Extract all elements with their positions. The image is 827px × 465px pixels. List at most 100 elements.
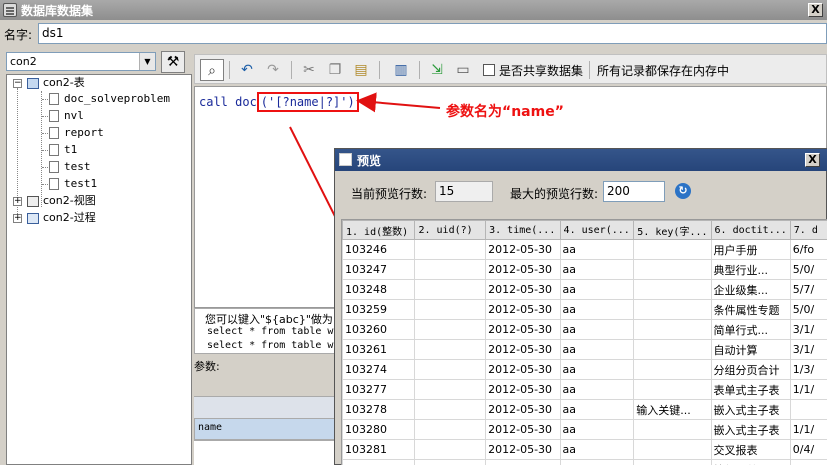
table-cell[interactable]	[414, 419, 487, 440]
table-cell[interactable]: aa	[559, 239, 635, 260]
table-cell[interactable]: 嵌入式主子表	[710, 419, 791, 440]
table-cell[interactable]: 0/4/	[789, 459, 827, 465]
table-cell[interactable]	[414, 459, 487, 465]
table-cell[interactable]: aa	[559, 279, 635, 300]
table-cell[interactable]	[414, 259, 487, 280]
table-cell[interactable]	[633, 279, 712, 300]
table-cell[interactable]: 输入关键...	[633, 399, 712, 420]
table-cell[interactable]: aa	[559, 419, 635, 440]
table-cell[interactable]: 交叉报表	[710, 439, 791, 460]
table-row[interactable]: 103278 2012-05-30 aa 输入关键... 嵌入式主子表	[342, 399, 827, 420]
table-row[interactable]: 103260 2012-05-30 aa 简单行式... 3/1/	[342, 319, 827, 340]
table-cell[interactable]: 103282	[342, 459, 416, 465]
table-cell[interactable]: 表单式主子表	[710, 379, 791, 400]
table-row[interactable]: 103261 2012-05-30 aa 自动计算 3/1/	[342, 339, 827, 360]
table-cell[interactable]: 1/1/	[789, 379, 827, 400]
table-cell[interactable]	[414, 299, 487, 320]
table-cell[interactable]: 2012-05-30	[485, 259, 561, 280]
table-cell[interactable]	[414, 359, 487, 380]
table-cell[interactable]: 103274	[342, 359, 416, 380]
table-cell[interactable]: 5/0/	[789, 299, 827, 320]
table-cell[interactable]	[633, 359, 712, 380]
table-cell[interactable]	[633, 239, 712, 260]
table-cell[interactable]: 典型行业...	[710, 259, 791, 280]
table-row[interactable]: 103246 2012-05-30 aa 用户手册 6/fo	[342, 239, 827, 260]
table-cell[interactable]	[633, 259, 712, 280]
table-cell[interactable]: 2012-05-30	[485, 299, 561, 320]
table-cell[interactable]: 2012-05-30	[485, 339, 561, 360]
table-cell[interactable]	[414, 319, 487, 340]
table-cell[interactable]: 3/1/	[789, 319, 827, 340]
table-cell[interactable]: aa	[559, 439, 635, 460]
column-header[interactable]: 4. user(...	[559, 220, 635, 240]
table-cell[interactable]: 5/0/	[789, 259, 827, 280]
table-cell[interactable]: 2012-05-30	[485, 439, 561, 460]
table-cell[interactable]	[633, 419, 712, 440]
max-rows-input[interactable]: 200	[603, 181, 665, 202]
table-cell[interactable]: 2012-05-30	[485, 319, 561, 340]
table-cell[interactable]	[633, 319, 712, 340]
table-cell[interactable]: 103278	[342, 399, 416, 420]
preview-close-button[interactable]: X	[805, 153, 820, 167]
table-row[interactable]: 103248 2012-05-30 aa 企业级集... 5/7/	[342, 279, 827, 300]
table-cell[interactable]: 103260	[342, 319, 416, 340]
table-cell[interactable]: 103280	[342, 419, 416, 440]
table-cell[interactable]: 6/fo	[789, 239, 827, 260]
table-row[interactable]: 103277 2012-05-30 aa 表单式主子表 1/1/	[342, 379, 827, 400]
table-cell[interactable]: 103259	[342, 299, 416, 320]
column-header[interactable]: 1. id(整数)	[342, 220, 416, 240]
table-cell[interactable]: 1/1/	[789, 419, 827, 440]
table-cell[interactable]: aa	[559, 399, 635, 420]
table-cell[interactable]: aa	[559, 459, 635, 465]
table-cell[interactable]	[633, 439, 712, 460]
column-header[interactable]: 5. key(字...	[633, 220, 712, 240]
table-row[interactable]: 103259 2012-05-30 aa 条件属性专题 5/0/	[342, 299, 827, 320]
refresh-icon[interactable]: ↻	[675, 183, 691, 199]
column-header[interactable]: 3. time(...	[485, 220, 561, 240]
table-cell[interactable]: 2012-05-30	[485, 279, 561, 300]
table-cell[interactable]: aa	[559, 259, 635, 280]
table-row[interactable]: 103247 2012-05-30 aa 典型行业... 5/0/	[342, 259, 827, 280]
column-header[interactable]: 7. d	[789, 220, 827, 240]
table-cell[interactable]	[633, 339, 712, 360]
table-cell[interactable]	[414, 399, 487, 420]
table-cell[interactable]: 5/7/	[789, 279, 827, 300]
table-cell[interactable]	[633, 379, 712, 400]
table-cell[interactable]: aa	[559, 379, 635, 400]
table-cell[interactable]: 3/1/	[789, 339, 827, 360]
table-cell[interactable]: 103281	[342, 439, 416, 460]
table-cell[interactable]	[789, 399, 827, 420]
table-row[interactable]: 103281 2012-05-30 aa 交叉报表 0/4/	[342, 439, 827, 460]
table-cell[interactable]: 103246	[342, 239, 416, 260]
table-row[interactable]: 103274 2012-05-30 aa 分组分页合计 1/3/	[342, 359, 827, 380]
table-cell[interactable]: 2012-05-30	[485, 359, 561, 380]
table-cell[interactable]	[414, 339, 487, 360]
table-cell[interactable]: 103248	[342, 279, 416, 300]
table-cell[interactable]: 嵌入式主子表	[710, 399, 791, 420]
table-cell[interactable]: aa	[559, 319, 635, 340]
table-cell[interactable]	[633, 299, 712, 320]
column-header[interactable]: 2. uid(?)	[414, 220, 487, 240]
table-row[interactable]: 103280 2012-05-30 aa 嵌入式主子表 1/1/	[342, 419, 827, 440]
table-cell[interactable]: 0/4/	[789, 439, 827, 460]
table-cell[interactable]: 用户手册	[710, 239, 791, 260]
table-cell[interactable]: 按组汇总	[710, 459, 791, 465]
table-cell[interactable]	[633, 459, 712, 465]
table-cell[interactable]: aa	[559, 299, 635, 320]
table-cell[interactable]: aa	[559, 339, 635, 360]
table-cell[interactable]	[414, 379, 487, 400]
table-cell[interactable]	[414, 279, 487, 300]
table-cell[interactable]: aa	[559, 359, 635, 380]
table-cell[interactable]: 2012-05-30	[485, 239, 561, 260]
table-cell[interactable]: 2012-05-30	[485, 399, 561, 420]
table-cell[interactable]	[414, 239, 487, 260]
table-cell[interactable]: 103261	[342, 339, 416, 360]
table-cell[interactable]: 103247	[342, 259, 416, 280]
table-cell[interactable]: 103277	[342, 379, 416, 400]
column-header[interactable]: 6. doctit...	[710, 220, 791, 240]
table-cell[interactable]: 企业级集...	[710, 279, 791, 300]
table-cell[interactable]: 1/3/	[789, 359, 827, 380]
table-cell[interactable]: 2012-05-30	[485, 419, 561, 440]
table-cell[interactable]	[414, 439, 487, 460]
table-cell[interactable]: 自动计算	[710, 339, 791, 360]
